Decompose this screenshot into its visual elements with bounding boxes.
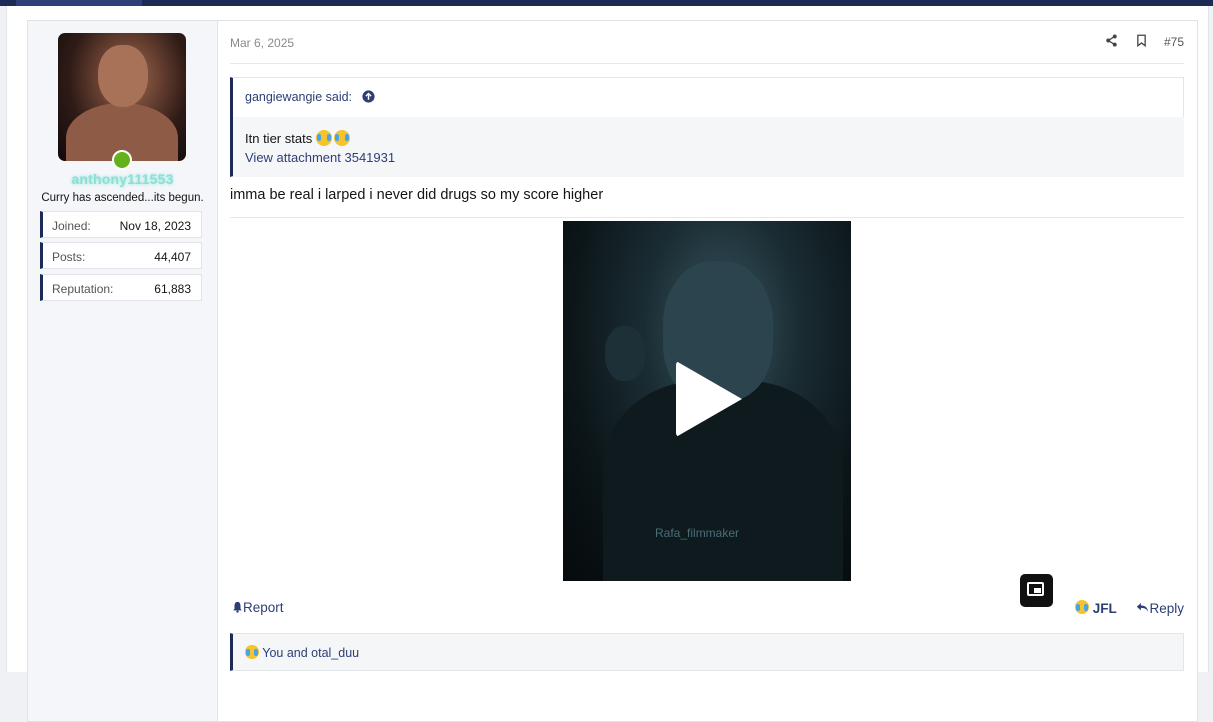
reactions-text: You and otal_duu (262, 646, 360, 660)
crying-laughing-emoji (1074, 600, 1089, 615)
forum-post: anthony111553 Curry has ascended...its b… (27, 20, 1198, 722)
stat-label: Reputation: (52, 282, 114, 296)
report-label: Report (243, 600, 284, 615)
quote-author[interactable]: gangiewangie said: (245, 90, 352, 104)
quote-text-line: Itn tier stats (245, 130, 350, 146)
reactions-summary[interactable]: You and otal_duu (245, 645, 359, 660)
post-number[interactable]: #75 (1164, 35, 1184, 49)
stat-value: 44,407 (154, 250, 191, 264)
bell-icon (232, 601, 243, 616)
post-message: imma be real i larped i never did drugs … (230, 187, 604, 203)
header-divider (230, 63, 1184, 64)
online-status-indicator (112, 150, 132, 170)
pip-frame (1027, 582, 1044, 596)
avatar-head (98, 45, 148, 107)
picture-in-picture-icon[interactable] (1020, 574, 1053, 607)
reply-label: Reply (1149, 601, 1184, 617)
quote-body: Itn tier stats View attachment 3541931 (233, 117, 1184, 177)
stat-value: Nov 18, 2023 (119, 219, 191, 233)
stat-value: 61,883 (154, 282, 191, 296)
arrow-up-circle-icon[interactable] (361, 90, 375, 106)
post-actions: JFL Reply (1074, 600, 1184, 617)
user-title: Curry has ascended...its begun. (41, 192, 204, 204)
stat-joined: Joined: Nov 18, 2023 (40, 211, 202, 238)
quote-text: Itn tier stats (245, 131, 313, 146)
reactions-bar[interactable]: You and otal_duu (230, 633, 1184, 671)
video-watermark: Rafa_filmmaker (655, 526, 740, 540)
pip-inner (1034, 588, 1041, 593)
reply-icon (1136, 601, 1149, 616)
username[interactable]: anthony111553 (28, 171, 217, 187)
stat-label: Joined: (52, 219, 91, 233)
post-date[interactable]: Mar 6, 2025 (230, 36, 294, 50)
bookmark-icon[interactable] (1136, 34, 1147, 50)
crying-laughing-emoji (245, 645, 259, 659)
video-player[interactable]: Rafa_filmmaker (563, 221, 851, 581)
stat-posts: Posts: 44,407 (40, 242, 202, 269)
quote-block: gangiewangie said: Itn tier stats View a… (230, 77, 1184, 177)
play-icon[interactable] (676, 361, 742, 437)
page-container: anthony111553 Curry has ascended...its b… (6, 6, 1209, 722)
stat-label: Posts: (52, 250, 86, 264)
message-divider (230, 217, 1184, 218)
video-background-figure (605, 326, 645, 381)
quote-header[interactable]: gangiewangie said: (245, 90, 375, 106)
react-label: JFL (1092, 601, 1117, 617)
react-button[interactable]: JFL (1074, 600, 1117, 617)
attachment-link[interactable]: View attachment 3541931 (245, 150, 395, 165)
crying-laughing-emoji (315, 130, 332, 146)
share-icon[interactable] (1105, 34, 1118, 50)
avatar[interactable] (58, 33, 186, 161)
stat-reputation: Reputation: 61,883 (40, 274, 202, 301)
post-header-actions: #75 (1091, 34, 1184, 50)
reply-button[interactable]: Reply (1136, 600, 1184, 616)
crying-laughing-emoji (333, 130, 350, 146)
report-button[interactable]: Report (232, 600, 284, 616)
user-sidebar: anthony111553 Curry has ascended...its b… (28, 21, 218, 721)
